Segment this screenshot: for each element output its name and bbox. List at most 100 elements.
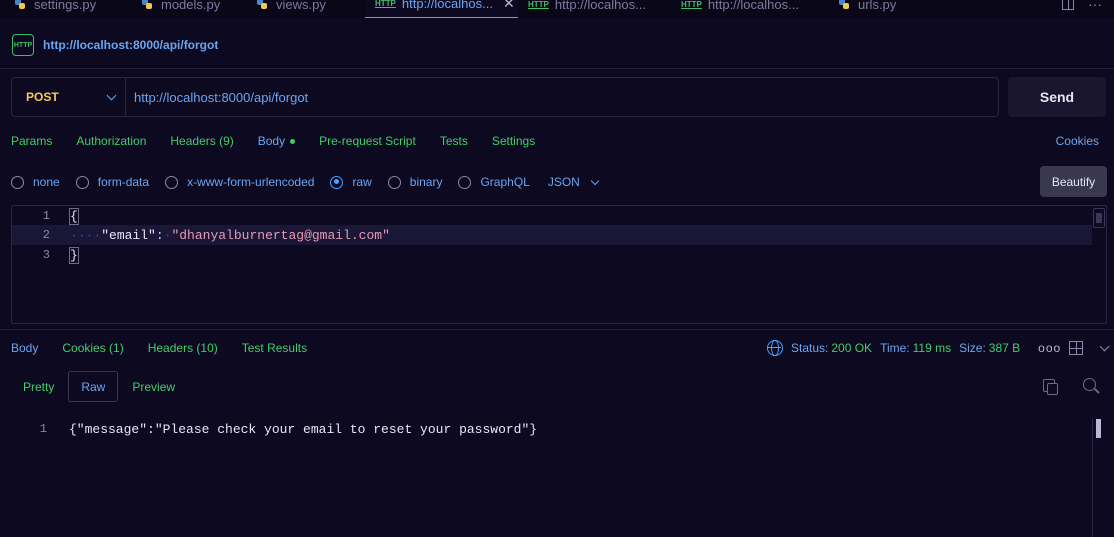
http-icon: HTTP bbox=[528, 0, 549, 9]
radio-form-data[interactable]: form-data bbox=[75, 175, 150, 189]
view-preview[interactable]: Preview bbox=[120, 371, 187, 402]
request-bar: POST bbox=[11, 77, 999, 117]
chevron-down-icon[interactable] bbox=[1099, 341, 1110, 351]
request-header: HTTP http://localhost:8000/api/forgot bbox=[0, 30, 218, 60]
radio-checked-icon bbox=[330, 175, 344, 189]
radio-none[interactable]: none bbox=[11, 175, 60, 189]
code-text: } bbox=[69, 246, 79, 264]
tab-response-headers[interactable]: Headers (10) bbox=[148, 341, 218, 355]
response-view-tabs: Pretty Raw Preview bbox=[11, 371, 187, 402]
tab-tests[interactable]: Tests bbox=[440, 134, 468, 148]
python-icon bbox=[257, 0, 267, 9]
tab-settings-py[interactable]: settings.py bbox=[0, 0, 127, 18]
split-editor-icon[interactable] bbox=[1062, 0, 1074, 10]
more-options-icon[interactable]: ooo bbox=[1038, 341, 1061, 355]
size-value: 387 B bbox=[988, 341, 1021, 355]
search-icon[interactable] bbox=[1083, 378, 1096, 391]
tab-params[interactable]: Params bbox=[11, 134, 52, 148]
tab-label: urls.py bbox=[858, 0, 897, 12]
more-actions-icon[interactable]: ··· bbox=[1088, 0, 1102, 12]
tab-test-results[interactable]: Test Results bbox=[242, 341, 307, 355]
request-tabs: Params Authorization Headers (9) Body Pr… bbox=[11, 132, 559, 150]
tab-models-py[interactable]: models.py bbox=[127, 0, 242, 18]
radio-label: form-data bbox=[97, 175, 150, 189]
line-number: 3 bbox=[42, 248, 50, 262]
python-icon bbox=[839, 0, 849, 9]
line-number: 2 bbox=[42, 228, 50, 242]
radio-circle-icon bbox=[387, 175, 401, 189]
modified-dot-icon bbox=[290, 139, 296, 145]
chevron-down-icon bbox=[590, 176, 600, 185]
code-text: { bbox=[69, 207, 79, 225]
cookies-link[interactable]: Cookies bbox=[1056, 134, 1099, 148]
method-select[interactable]: POST bbox=[12, 78, 126, 116]
http-file-icon: HTTP bbox=[12, 34, 34, 56]
tab-http-active[interactable]: HTTP http://localhos... ✕ bbox=[365, 0, 518, 18]
tab-headers[interactable]: Headers (9) bbox=[170, 134, 233, 148]
tab-views-py[interactable]: views.py bbox=[242, 0, 365, 18]
tab-body[interactable]: Body bbox=[257, 134, 296, 148]
radio-label: none bbox=[33, 175, 60, 189]
editor-line-active: 2 ····"email":·"dhanyalburnertag@gmail.c… bbox=[12, 225, 1092, 245]
tab-http-3[interactable]: HTTP http://localhos... bbox=[671, 0, 824, 18]
globe-icon[interactable] bbox=[767, 340, 783, 356]
tab-response-body[interactable]: Body bbox=[11, 341, 38, 355]
editor-line: 1 { bbox=[12, 206, 1092, 226]
status-value: 200 OK bbox=[831, 341, 873, 355]
request-body-editor[interactable]: 1 { 2 ····"email":·"dhanyalburnertag@gma… bbox=[11, 205, 1107, 324]
radio-label: GraphQL bbox=[480, 175, 530, 189]
tab-authorization[interactable]: Authorization bbox=[76, 134, 146, 148]
tab-label: http://localhos... bbox=[554, 0, 646, 12]
radio-raw[interactable]: raw bbox=[330, 175, 372, 189]
tab-prerequest-script[interactable]: Pre-request Script bbox=[319, 134, 416, 148]
divider bbox=[0, 68, 1114, 69]
response-status: Status: 200 OK Time: 119 ms Size: 387 B … bbox=[767, 340, 1110, 356]
radio-label: raw bbox=[352, 175, 372, 189]
size-label: Size: bbox=[959, 341, 986, 355]
response-scroll-track bbox=[1092, 419, 1093, 537]
tab-body-label: Body bbox=[257, 134, 286, 148]
radio-binary[interactable]: binary bbox=[387, 175, 442, 189]
url-input[interactable] bbox=[126, 78, 998, 116]
format-label: JSON bbox=[547, 175, 580, 189]
radio-graphql[interactable]: GraphQL bbox=[458, 175, 530, 189]
send-button[interactable]: Send bbox=[1008, 77, 1106, 117]
radio-circle-icon bbox=[11, 175, 24, 189]
line-number: 1 bbox=[42, 209, 50, 223]
radio-label: x-www-form-urlencoded bbox=[187, 175, 315, 189]
line-number: 1 bbox=[39, 422, 47, 436]
time-label: Time: bbox=[880, 341, 910, 355]
time-value: 119 ms bbox=[912, 341, 952, 355]
tab-response-cookies[interactable]: Cookies (1) bbox=[62, 341, 123, 355]
tab-http-2[interactable]: HTTP http://localhos... bbox=[518, 0, 671, 18]
response-scrollbar[interactable] bbox=[1096, 419, 1101, 438]
beautify-button[interactable]: Beautify bbox=[1040, 166, 1107, 197]
editor-tab-bar: settings.py models.py views.py HTTP http… bbox=[0, 0, 1114, 18]
editor-line: 3 } bbox=[12, 245, 1092, 265]
copy-icon[interactable] bbox=[1043, 379, 1058, 395]
response-tabs: Body Cookies (1) Headers (10) Test Resul… bbox=[11, 339, 331, 357]
python-icon bbox=[142, 0, 152, 9]
radio-circle-icon bbox=[165, 175, 179, 189]
python-icon bbox=[15, 0, 25, 9]
layout-icon[interactable] bbox=[1069, 341, 1084, 355]
tab-urls-py[interactable]: urls.py bbox=[824, 0, 944, 18]
request-title: http://localhost:8000/api/forgot bbox=[43, 38, 219, 52]
response-body-line: 1 {"message":"Please check your email to… bbox=[0, 420, 1090, 438]
editor-scrollbar[interactable] bbox=[1093, 208, 1105, 228]
radio-circle-icon bbox=[75, 175, 89, 189]
tab-label: http://localhos... bbox=[707, 0, 799, 12]
tab-settings[interactable]: Settings bbox=[492, 134, 535, 148]
close-icon[interactable]: ✕ bbox=[503, 0, 515, 12]
view-pretty[interactable]: Pretty bbox=[11, 371, 66, 402]
tab-label: settings.py bbox=[34, 0, 97, 12]
status-label: Status: bbox=[791, 341, 829, 355]
radio-circle-icon bbox=[458, 175, 472, 189]
body-type-selector: none form-data x-www-form-urlencoded raw… bbox=[11, 172, 600, 192]
view-raw[interactable]: Raw bbox=[68, 371, 119, 402]
format-select[interactable]: JSON bbox=[547, 175, 600, 189]
tab-label: views.py bbox=[276, 0, 326, 12]
radio-urlencoded[interactable]: x-www-form-urlencoded bbox=[165, 175, 314, 189]
http-icon: HTTP bbox=[681, 0, 702, 9]
tab-label: http://localhos... bbox=[401, 0, 493, 11]
